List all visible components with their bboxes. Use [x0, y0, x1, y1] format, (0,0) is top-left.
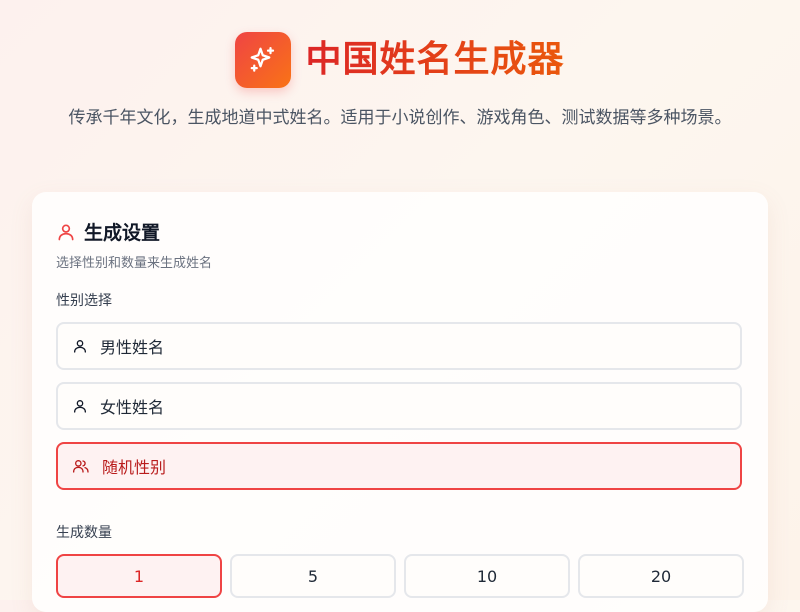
gender-option-random[interactable]: 随机性别 — [56, 442, 742, 490]
settings-card-header: 生成设置 — [56, 218, 160, 245]
user-icon — [74, 340, 86, 353]
quantity-label: 生成数量 — [56, 525, 112, 541]
sparkles-icon — [251, 47, 275, 72]
gender-option-label: 随机性别 — [102, 458, 167, 477]
quantity-option-20[interactable]: 20 — [578, 554, 744, 598]
settings-title: 生成设置 — [84, 222, 161, 244]
user-icon — [74, 400, 86, 413]
app-header: 中国姓名生成器 — [0, 32, 800, 88]
app-logo — [235, 32, 292, 88]
settings-card: 生成设置 选择性别和数量来生成姓名 性别选择 男性姓名 女性姓名 随机性别 生成… — [32, 192, 768, 612]
users-icon — [72, 460, 89, 473]
user-icon — [58, 224, 74, 240]
gender-option-male[interactable]: 男性姓名 — [56, 322, 742, 370]
gender-option-label: 女性姓名 — [100, 398, 165, 417]
page-subtitle: 传承千年文化，生成地道中式姓名。适用于小说创作、游戏角色、测试数据等多种场景。 — [68, 108, 732, 128]
gender-label: 性别选择 — [56, 293, 112, 309]
quantity-option-10[interactable]: 10 — [404, 554, 570, 598]
quantity-option-1[interactable]: 1 — [56, 554, 222, 598]
quantity-option-5[interactable]: 5 — [230, 554, 396, 598]
gender-option-female[interactable]: 女性姓名 — [56, 382, 742, 430]
settings-description: 选择性别和数量来生成姓名 — [56, 256, 213, 271]
page-title: 中国姓名生成器 — [305, 32, 564, 88]
gender-option-label: 男性姓名 — [100, 338, 165, 357]
